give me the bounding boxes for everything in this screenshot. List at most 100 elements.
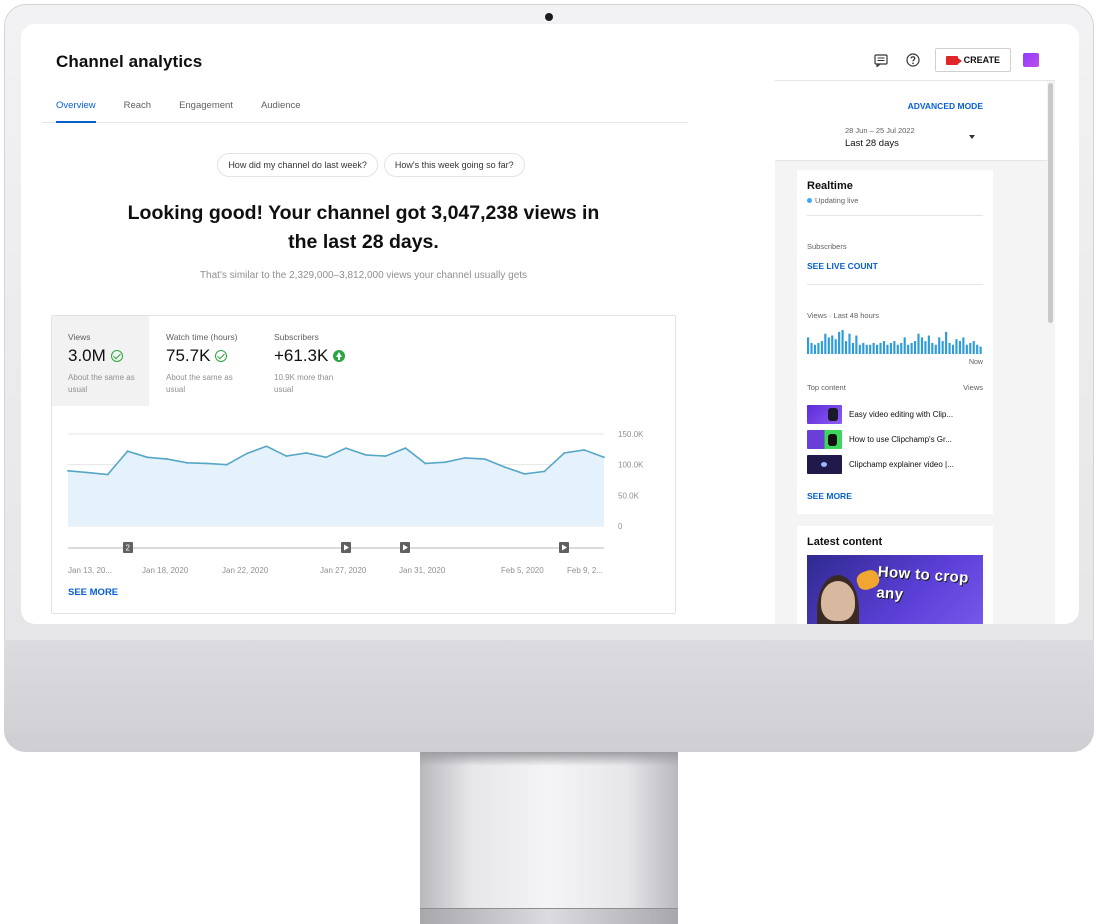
data-point [404, 447, 407, 450]
latest-content-title: Latest content [807, 536, 883, 548]
chip-last-week[interactable]: How did my channel do last week? [217, 153, 378, 177]
see-more-link[interactable]: SEE MORE [68, 587, 118, 598]
advanced-mode-button[interactable]: ADVANCED MODE [908, 101, 983, 111]
page-title: Channel analytics [56, 52, 203, 71]
data-point [483, 458, 486, 461]
data-point [444, 461, 447, 464]
avatar[interactable] [1023, 53, 1039, 67]
top-content-item[interactable]: Clipchamp explainer video |... [807, 455, 983, 474]
views-bar [876, 344, 879, 354]
views-bar [813, 344, 817, 354]
top-content-item[interactable]: How to use Clipchamp's Gr... [807, 430, 983, 449]
data-point [265, 445, 268, 448]
views-bar [872, 342, 875, 354]
views-bar [810, 342, 813, 354]
views-bar [945, 331, 948, 354]
metric-watch-time[interactable]: Watch time (hours) 75.7K About the same … [150, 316, 258, 406]
top-content-see-more-link[interactable]: SEE MORE [807, 491, 852, 501]
y-tick-label: 150.0K [618, 430, 644, 439]
chevron-down-icon[interactable] [969, 135, 975, 139]
views-bar [920, 337, 924, 354]
metric-views[interactable]: Views 3.0M About the same as usual [52, 316, 149, 406]
views-bar [807, 337, 810, 354]
data-point [603, 456, 605, 459]
metrics-card: Views 3.0M About the same as usual Watch… [51, 315, 676, 614]
data-point [424, 462, 427, 465]
tab-reach[interactable]: Reach [124, 94, 151, 123]
views-bar [865, 344, 868, 354]
data-point [245, 452, 248, 455]
data-point [206, 462, 208, 465]
data-point [464, 457, 466, 459]
data-point [503, 466, 506, 469]
views-bar [962, 337, 965, 354]
data-point [305, 452, 308, 454]
x-tick-label: Jan 18, 2020 [142, 566, 189, 575]
views-bar [931, 342, 934, 354]
data-point [166, 458, 169, 461]
chip-this-week[interactable]: How's this week going so far? [383, 153, 525, 177]
views-bar [948, 342, 951, 354]
updating-live-text: Updating live [815, 196, 859, 205]
date-selector[interactable]: ADVANCED MODE 28 Jun – 25 Jul 2022 Last … [775, 81, 1047, 161]
data-point [106, 473, 109, 476]
y-tick-label: 100.0K [618, 461, 644, 470]
views-bar [913, 341, 917, 354]
video-thumbnail [807, 405, 842, 424]
views-bar [841, 330, 844, 354]
latest-video-thumbnail[interactable]: How to crop any [807, 555, 983, 624]
views-bar [844, 341, 848, 354]
views-bar [848, 333, 851, 354]
views-bar [817, 342, 820, 354]
metric-label: Views [68, 332, 91, 342]
views-bar [831, 335, 834, 354]
views-bar [882, 341, 886, 354]
metric-value: 75.7K [166, 346, 211, 365]
data-point [384, 455, 387, 457]
tab-overview[interactable]: Overview [56, 94, 96, 123]
data-point [86, 471, 89, 474]
x-tick-label: Jan 13, 20... [68, 566, 112, 575]
views-bar [924, 341, 927, 354]
metric-note: 10.9K more than usual [274, 373, 334, 394]
create-button[interactable]: CREATE [934, 48, 1011, 72]
help-icon[interactable] [903, 50, 923, 70]
see-live-count-link[interactable]: SEE LIVE COUNT [807, 261, 878, 271]
views-bar [979, 346, 982, 354]
thumbnail-text: How to crop any [875, 563, 970, 604]
views-bar [824, 333, 827, 354]
scrollbar[interactable] [1048, 83, 1053, 323]
now-label: Now [968, 359, 983, 366]
check-circle-icon [215, 350, 228, 362]
views-bar [896, 344, 899, 354]
views-bar [958, 341, 961, 354]
views-bar [900, 342, 903, 354]
screen: Channel analytics CREATE Overview Reach … [21, 24, 1079, 624]
views-bar [820, 341, 823, 354]
metric-label: Watch time (hours) [166, 332, 238, 342]
data-point [523, 472, 526, 475]
tab-engagement[interactable]: Engagement [179, 94, 233, 123]
views-column-label: Views [963, 383, 983, 392]
top-content-title: Clipchamp explainer video |... [849, 460, 954, 469]
top-content-label: Top content [807, 383, 846, 392]
data-point [325, 456, 327, 459]
views-bar [917, 333, 920, 354]
data-point [543, 470, 546, 473]
views-bar [976, 344, 979, 354]
overview-main: How did my channel do last week? How's t… [21, 124, 721, 624]
x-tick-label: Feb 5, 2020 [501, 566, 544, 575]
views-bar [972, 341, 975, 354]
views-bar [938, 337, 941, 354]
top-content-title: Easy video editing with Clip... [849, 410, 954, 419]
tab-audience[interactable]: Audience [261, 94, 301, 123]
updating-live: Updating live [807, 196, 858, 205]
live-dot-icon [807, 198, 812, 203]
camera-icon [545, 13, 553, 21]
feedback-icon[interactable] [871, 50, 891, 70]
views-bar [855, 335, 858, 354]
views-bar [862, 342, 865, 354]
top-content-item[interactable]: Easy video editing with Clip... [807, 405, 983, 424]
metric-subscribers[interactable]: Subscribers +61.3K 10.9K more than usual [258, 316, 366, 406]
metric-value: 3.0M [68, 346, 106, 365]
